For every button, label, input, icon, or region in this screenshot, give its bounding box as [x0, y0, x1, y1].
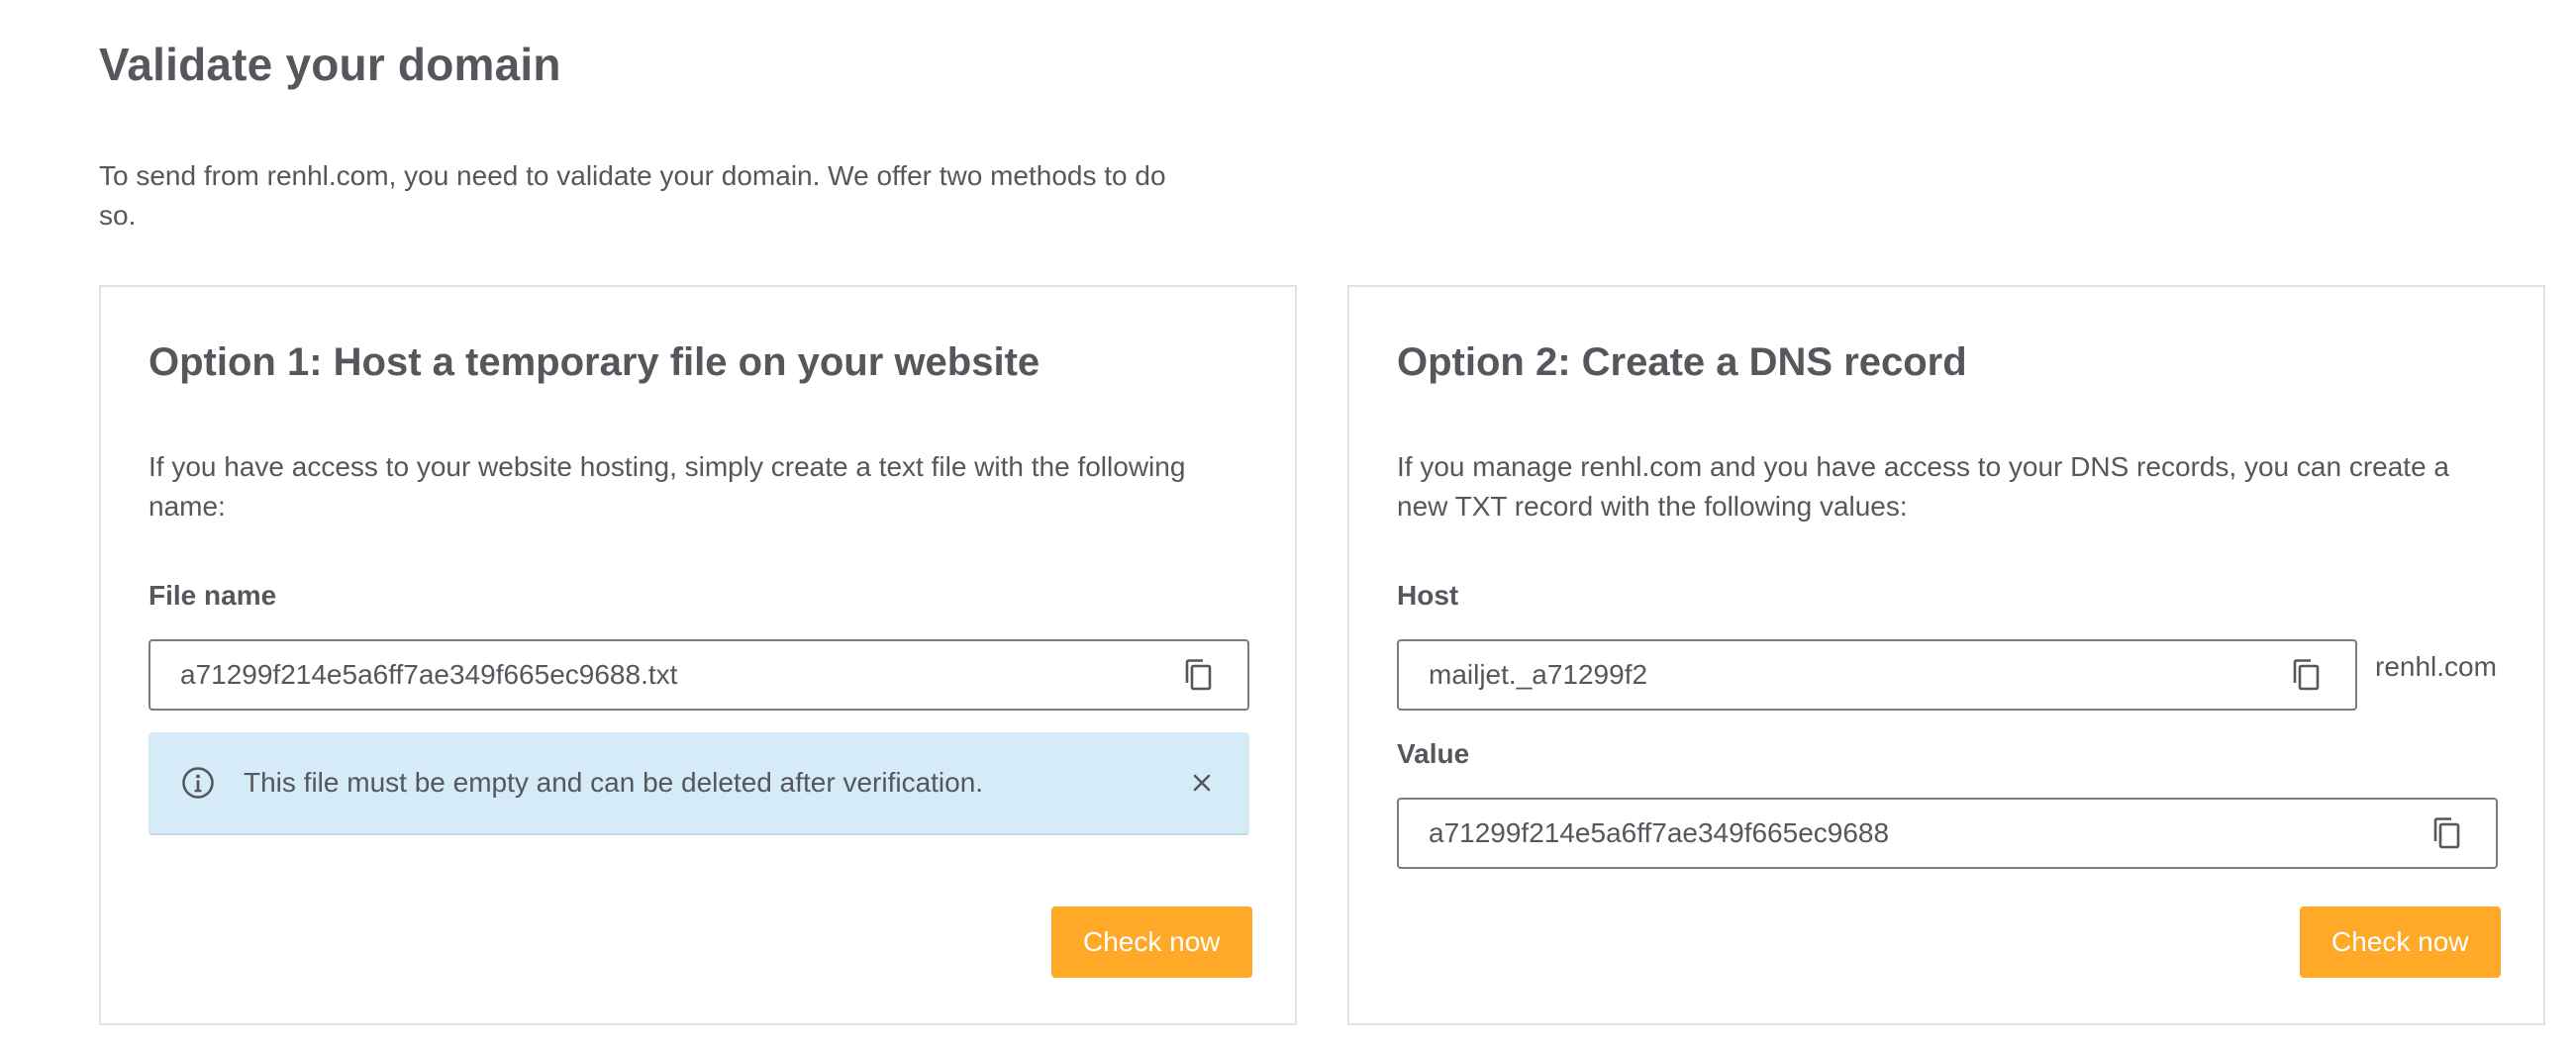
host-domain-suffix: renhl.com — [2375, 651, 2497, 682]
option1-description: If you have access to your website hosti… — [149, 451, 1186, 522]
intro-text: To send from renhl.com, you need to vali… — [99, 160, 1166, 231]
value-label: Value — [1397, 738, 1470, 769]
txt-value-field[interactable]: a71299f214e5a6ff7ae349f665ec9688 — [1397, 798, 2498, 869]
copy-icon — [2293, 659, 2320, 691]
option2-description: If you manage renhl.com and you have acc… — [1397, 451, 2450, 522]
close-alert-button[interactable] — [1184, 765, 1220, 801]
host-value: mailjet._a71299f2 — [1429, 659, 1648, 690]
info-icon — [180, 765, 216, 801]
copy-icon — [2433, 817, 2460, 849]
option2-title: Option 2: Create a DNS record — [1397, 340, 1967, 384]
copy-file-name-button[interactable] — [1178, 655, 1218, 695]
copy-host-button[interactable] — [2286, 655, 2326, 695]
alert-message: This file must be empty and can be delet… — [244, 767, 984, 798]
copy-value-button[interactable] — [2427, 813, 2466, 853]
close-icon — [1193, 774, 1211, 792]
option1-title: Option 1: Host a temporary file on your … — [149, 340, 1040, 384]
host-field[interactable]: mailjet._a71299f2 — [1397, 639, 2357, 711]
option1-check-now-button[interactable]: Check now — [1051, 906, 1252, 978]
file-name-value: a71299f214e5a6ff7ae349f665ec9688.txt — [180, 659, 678, 690]
option2-check-now-button[interactable]: Check now — [2300, 906, 2501, 978]
host-label: Host — [1397, 580, 1459, 611]
file-info-alert: This file must be empty and can be delet… — [149, 732, 1249, 835]
copy-icon — [1185, 659, 1212, 691]
txt-value: a71299f214e5a6ff7ae349f665ec9688 — [1429, 817, 1890, 848]
file-name-label: File name — [149, 580, 277, 611]
page-title: Validate your domain — [99, 39, 561, 90]
option1-card: Option 1: Host a temporary file on your … — [99, 285, 1297, 1025]
file-name-field[interactable]: a71299f214e5a6ff7ae349f665ec9688.txt — [149, 639, 1249, 711]
option2-card: Option 2: Create a DNS record If you man… — [1347, 285, 2545, 1025]
